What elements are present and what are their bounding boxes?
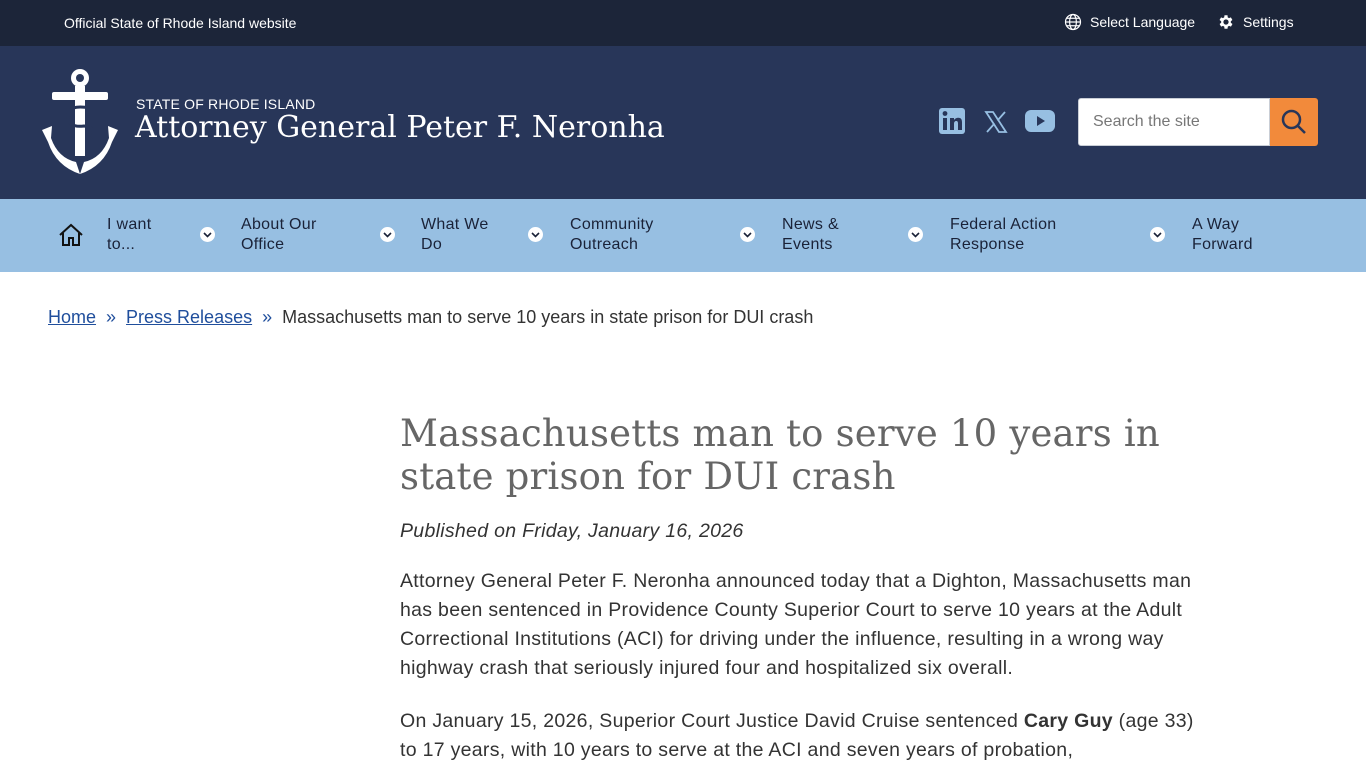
breadcrumb-separator: » — [106, 307, 117, 327]
globe-icon — [1064, 13, 1082, 31]
breadcrumb-home-link[interactable]: Home — [48, 307, 96, 328]
nav-label-line2: Events — [782, 236, 833, 253]
nav-label-line1: What We — [421, 216, 489, 233]
search-button[interactable] — [1270, 98, 1318, 146]
nav-label-line1: I want — [107, 216, 152, 233]
nav-label-line2: Forward — [1192, 236, 1253, 253]
nav-item-federal-action-response[interactable]: Federal Action Response — [950, 215, 1056, 255]
main-nav: I want to... About Our Office What We Do… — [0, 199, 1366, 272]
breadcrumb: Home » Press Releases » Massachusetts ma… — [48, 307, 813, 328]
nav-label-line1: Federal Action — [950, 216, 1057, 233]
chevron-down-icon[interactable] — [908, 227, 923, 242]
x-icon[interactable] — [984, 110, 1008, 139]
nav-item-what-we-do[interactable]: What We Do — [421, 215, 489, 255]
chevron-down-icon[interactable] — [380, 227, 395, 242]
office-title[interactable]: Attorney General Peter F. Neronha — [135, 110, 665, 145]
nav-label-line2: Office — [241, 236, 285, 253]
nav-item-a-way-forward[interactable]: A Way Forward — [1192, 215, 1253, 255]
nav-label-line2: to... — [107, 236, 136, 253]
breadcrumb-press-releases-link[interactable]: Press Releases — [126, 307, 252, 328]
article: Massachusetts man to serve 10 years in s… — [400, 412, 1230, 765]
settings-label: Settings — [1243, 14, 1294, 30]
nav-label-line2: Do — [421, 236, 443, 253]
home-icon[interactable] — [58, 222, 84, 253]
site-header: STATE OF RHODE ISLAND Attorney General P… — [0, 46, 1366, 199]
select-language-button[interactable]: Select Language — [1064, 13, 1195, 31]
official-site-text: Official State of Rhode Island website — [64, 15, 297, 31]
breadcrumb-separator: » — [262, 307, 273, 327]
nav-label-line2: Response — [950, 236, 1025, 253]
nav-label-line1: About Our — [241, 216, 317, 233]
breadcrumb-current: Massachusetts man to serve 10 years in s… — [282, 307, 814, 327]
published-date: Published on Friday, January 16, 2026 — [400, 520, 744, 542]
search-icon — [1281, 109, 1306, 134]
nav-label-line1: Community — [570, 216, 654, 233]
chevron-down-icon[interactable] — [740, 227, 755, 242]
settings-button[interactable]: Settings — [1217, 13, 1294, 31]
article-paragraph: On January 15, 2026, Superior Court Just… — [400, 707, 1200, 765]
chevron-down-icon[interactable] — [1150, 227, 1165, 242]
article-paragraph: Attorney General Peter F. Neronha announ… — [400, 570, 1192, 679]
search-input[interactable] — [1078, 98, 1270, 146]
nav-label-line2: Outreach — [570, 236, 639, 253]
nav-item-community-outreach[interactable]: Community Outreach — [570, 215, 654, 255]
nav-item-news-events[interactable]: News & Events — [782, 215, 839, 255]
paragraph-text: On January 15, 2026, Superior Court Just… — [400, 710, 1024, 732]
defendant-name: Cary Guy — [1023, 710, 1113, 732]
nav-label-line1: A Way — [1192, 216, 1240, 233]
nav-item-about-our-office[interactable]: About Our Office — [241, 215, 317, 255]
select-language-label: Select Language — [1090, 14, 1196, 30]
page-title: Massachusetts man to serve 10 years in s… — [400, 412, 1160, 498]
anchor-logo-icon[interactable] — [38, 68, 122, 181]
nav-item-i-want-to[interactable]: I want to... — [107, 215, 152, 255]
utility-bar: Official State of Rhode Island website S… — [0, 0, 1366, 46]
chevron-down-icon[interactable] — [200, 227, 215, 242]
chevron-down-icon[interactable] — [528, 227, 543, 242]
youtube-icon[interactable] — [1025, 110, 1055, 137]
linkedin-icon[interactable] — [939, 108, 965, 139]
gear-icon — [1219, 15, 1233, 29]
nav-label-line1: News & — [782, 216, 839, 233]
